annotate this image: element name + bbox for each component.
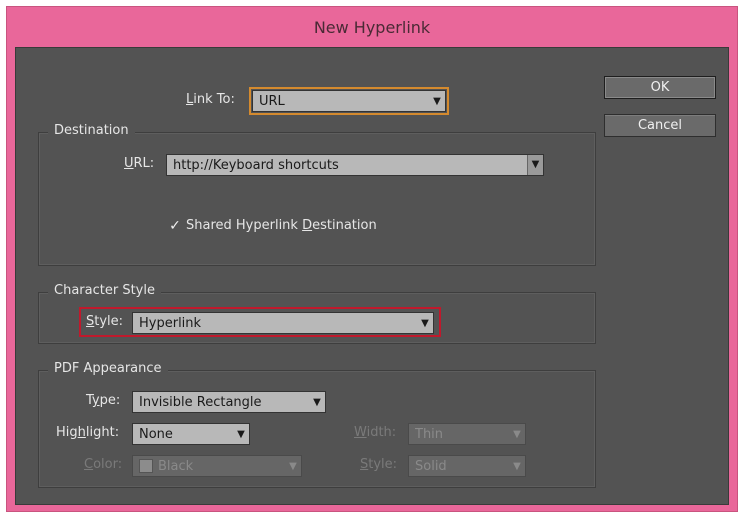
destination-group [38,132,596,266]
highlight-value: None [139,426,173,442]
chevron-down-icon: ▼ [513,460,521,472]
link-to-value: URL [259,93,285,109]
shared-destination-label: Shared Hyperlink Destination [186,218,377,233]
shared-destination-checkbox[interactable]: ✓ Shared Hyperlink Destination [168,217,377,234]
window-title: New Hyperlink [313,17,431,37]
dialog-window: New Hyperlink Link To: URL ▼ OK Cancel D… [6,6,738,512]
link-to-label: Link To: [186,92,235,107]
pdf-type-dropdown[interactable]: Invisible Rectangle ▼ [132,391,326,413]
pdf-style-value: Solid [415,458,447,474]
type-label: Type: [86,393,121,408]
chevron-down-icon: ▼ [289,460,297,472]
highlight-label: Highlight: [56,425,120,440]
highlight-dropdown[interactable]: None ▼ [132,423,250,445]
chevron-down-icon: ▼ [433,95,441,107]
pdf-style-label: Style: [360,457,398,472]
width-label: Width: [354,425,397,440]
pdf-style-dropdown[interactable]: Solid ▼ [408,455,526,477]
pdf-appearance-legend: PDF Appearance [48,361,168,376]
dialog-body: Link To: URL ▼ OK Cancel Destination URL… [15,47,729,505]
chevron-down-icon: ▼ [513,428,521,440]
color-value: Black [158,458,194,474]
color-dropdown[interactable]: Black ▼ [132,455,302,477]
chevron-down-icon[interactable]: ▼ [527,155,543,175]
char-style-label: Style: [86,314,124,329]
chevron-down-icon: ▼ [421,317,429,329]
character-style-legend: Character Style [48,283,161,298]
color-swatch [139,459,153,473]
width-value: Thin [415,426,444,442]
character-style-dropdown[interactable]: Hyperlink ▼ [132,312,434,334]
pdf-type-value: Invisible Rectangle [139,394,262,410]
url-value: http://Keyboard shortcuts [173,157,339,173]
link-to-dropdown[interactable]: URL ▼ [249,87,449,115]
url-label: URL: [124,156,155,171]
chevron-down-icon: ▼ [313,396,321,408]
width-dropdown[interactable]: Thin ▼ [408,423,526,445]
link-to-label-text: ink To: [193,92,235,107]
cancel-button[interactable]: Cancel [604,114,716,137]
checkmark-icon: ✓ [169,217,181,234]
ok-button[interactable]: OK [604,76,716,99]
chevron-down-icon: ▼ [237,428,245,440]
url-combobox[interactable]: http://Keyboard shortcuts ▼ [166,154,544,176]
character-style-value: Hyperlink [139,315,202,331]
destination-legend: Destination [48,123,135,138]
color-label: Color: [84,457,123,472]
